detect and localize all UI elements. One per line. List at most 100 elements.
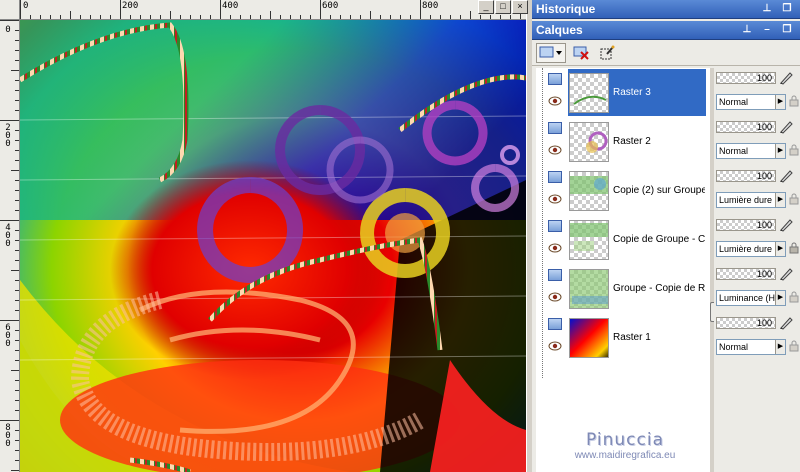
ruler-tick: [440, 15, 441, 19]
pin-icon[interactable]: ⊥: [760, 2, 774, 16]
horizontal-ruler: 0 200 400 600 800: [0, 0, 528, 20]
blend-mode-select[interactable]: Lumière dure ▶: [716, 241, 786, 257]
lock-icon[interactable]: [788, 291, 800, 303]
pen-icon[interactable]: [778, 119, 794, 135]
layers-panel-header[interactable]: Calques ⊥ – ❐: [532, 21, 800, 40]
ruler-tick: [510, 15, 511, 19]
blend-mode-select[interactable]: Normal ▶: [716, 339, 786, 355]
pen-icon[interactable]: [778, 315, 794, 331]
pen-icon[interactable]: [778, 217, 794, 233]
new-layer-button[interactable]: [536, 42, 566, 63]
delete-layer-button[interactable]: [570, 43, 592, 63]
dropdown-arrow-icon[interactable]: ▶: [775, 193, 785, 207]
ruler-tick: [15, 50, 19, 51]
restore-icon[interactable]: ❐: [780, 23, 794, 37]
ruler-tick: [15, 30, 19, 31]
maximize-button[interactable]: □: [495, 0, 511, 14]
app-window: 0 200 400 600 800 0 200 400 600 800 _ □ …: [0, 0, 800, 472]
layers-title: Calques: [536, 23, 583, 37]
dropdown-arrow-icon[interactable]: ▶: [775, 95, 785, 109]
watermark-name: Pinuccia: [586, 430, 664, 450]
watermark-url: www.maidiregrafica.eu: [574, 450, 676, 461]
blend-mode-select[interactable]: Normal ▶: [716, 94, 786, 110]
lock-icon[interactable]: [788, 193, 800, 205]
ruler-tick: [15, 180, 19, 181]
ruler-corner: [0, 0, 20, 20]
lock-icon[interactable]: [788, 144, 800, 156]
layer-row[interactable]: Groupe - Copie de Ra: [536, 264, 710, 313]
ruler-tick: [0, 20, 19, 21]
edit-selection-button[interactable]: [596, 43, 618, 63]
raster-layer-icon: [548, 318, 562, 330]
ruler-tick: [0, 320, 19, 321]
ruler-tick: [0, 420, 19, 421]
lock-icon[interactable]: [788, 242, 800, 254]
ruler-label: 0: [5, 25, 11, 35]
visibility-eye-icon[interactable]: [548, 96, 562, 106]
minimize-button[interactable]: _: [478, 0, 494, 14]
ruler-tick: [150, 15, 151, 19]
ruler-tick: [11, 70, 19, 71]
restore-icon[interactable]: ❐: [780, 2, 794, 16]
raster-layer-icon: [548, 73, 562, 85]
opacity-slider[interactable]: 100: [716, 121, 776, 133]
layer-row[interactable]: Copie (2) sur Groupe: [536, 166, 710, 215]
ruler-tick: [480, 15, 481, 19]
layer-properties: 100 Normal ▶: [714, 313, 800, 362]
ruler-tick: [15, 330, 19, 331]
opacity-slider[interactable]: 100: [716, 317, 776, 329]
image-canvas[interactable]: [20, 20, 526, 472]
pin-icon[interactable]: ⊥: [740, 23, 754, 37]
layers-list: Raster 3 Raster 2 Copie (2) sur Groupe C…: [536, 68, 710, 472]
ruler-tick: [15, 100, 19, 101]
history-panel-header[interactable]: Historique ⊥ ❐: [532, 0, 800, 19]
dropdown-arrow-icon[interactable]: ▶: [775, 340, 785, 354]
layer-row[interactable]: Raster 2: [536, 117, 710, 166]
visibility-eye-icon[interactable]: [548, 243, 562, 253]
layer-name: Copie (2) sur Groupe: [613, 185, 705, 196]
visibility-eye-icon[interactable]: [548, 194, 562, 204]
ruler-tick: [0, 220, 19, 221]
layer-row[interactable]: Raster 1: [536, 313, 710, 362]
dropdown-arrow-icon[interactable]: ▶: [775, 291, 785, 305]
layer-thumbnail: [569, 72, 609, 113]
ruler-tick: [11, 370, 19, 371]
ruler-label: 600: [322, 1, 339, 11]
pen-icon[interactable]: [778, 266, 794, 282]
ruler-tick: [360, 15, 361, 19]
pen-icon[interactable]: [778, 168, 794, 184]
visibility-eye-icon[interactable]: [548, 145, 562, 155]
ruler-tick: [320, 0, 321, 19]
lock-icon[interactable]: [788, 340, 800, 352]
visibility-eye-icon[interactable]: [548, 292, 562, 302]
pen-icon[interactable]: [778, 70, 794, 86]
close-button[interactable]: ×: [512, 0, 528, 14]
ruler-tick: [15, 200, 19, 201]
ruler-tick: [15, 140, 19, 141]
layer-row[interactable]: Raster 3: [536, 68, 710, 117]
raster-layer-icon: [548, 269, 562, 281]
ruler-tick: [230, 15, 231, 19]
opacity-slider[interactable]: 100: [716, 170, 776, 182]
opacity-slider[interactable]: 100: [716, 268, 776, 280]
canvas-window-buttons: _ □ ×: [478, 0, 528, 14]
blend-mode-select[interactable]: Lumière dure ▶: [716, 192, 786, 208]
dropdown-arrow-icon[interactable]: ▶: [775, 242, 785, 256]
layer-properties: 100 Luminance (H) ▶: [714, 264, 800, 313]
ruler-tick: [15, 260, 19, 261]
raster-layer-icon: [548, 171, 562, 183]
blend-mode-select[interactable]: Normal ▶: [716, 143, 786, 159]
ruler-tick: [430, 15, 431, 19]
blend-mode-select[interactable]: Luminance (H) ▶: [716, 290, 786, 306]
layer-name: Copie de Groupe - Co: [613, 234, 705, 245]
dropdown-arrow-icon[interactable]: ▶: [775, 144, 785, 158]
opacity-slider[interactable]: 100: [716, 72, 776, 84]
ruler-tick: [410, 15, 411, 19]
visibility-eye-icon[interactable]: [548, 341, 562, 351]
layer-thumbnail: [569, 219, 609, 260]
layer-row[interactable]: Copie de Groupe - Co: [536, 215, 710, 264]
minimize-icon[interactable]: –: [760, 23, 774, 37]
lock-icon[interactable]: [788, 95, 800, 107]
opacity-slider[interactable]: 100: [716, 219, 776, 231]
ruler-tick: [220, 0, 221, 19]
